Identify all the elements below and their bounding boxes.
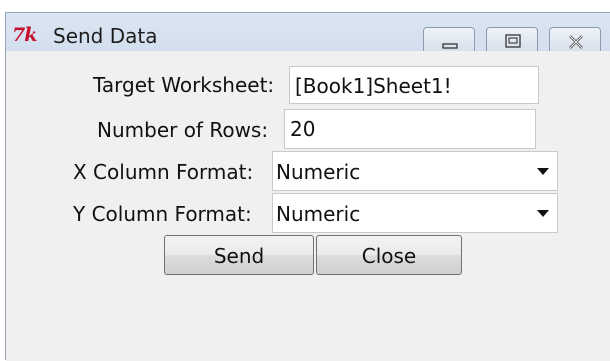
tk-logo-icon: 7k (12, 24, 37, 46)
form-area: Target Worksheet: [Book1]Sheet1! Number … (6, 51, 610, 361)
number-of-rows-input[interactable]: 20 (284, 109, 536, 149)
dropdown-arrow-icon (537, 168, 549, 175)
y-column-format-label: Y Column Format: (73, 202, 252, 226)
dropdown-arrow-icon (537, 210, 549, 217)
x-column-format-label: X Column Format: (73, 160, 254, 184)
y-column-format-select[interactable]: Numeric (272, 193, 558, 233)
target-worksheet-input[interactable]: [Book1]Sheet1! (289, 66, 539, 104)
window-title: Send Data (53, 24, 158, 48)
send-data-window: 7k Send Data Target Worksheet: [Book1]Sh… (5, 12, 610, 361)
x-column-format-select[interactable]: Numeric (272, 151, 558, 191)
y-column-format-value: Numeric (276, 202, 361, 226)
number-of-rows-label: Number of Rows: (97, 118, 269, 142)
close-button[interactable]: Close (316, 235, 462, 275)
x-column-format-value: Numeric (276, 160, 361, 184)
target-worksheet-label: Target Worksheet: (93, 73, 275, 97)
send-button[interactable]: Send (164, 235, 314, 275)
